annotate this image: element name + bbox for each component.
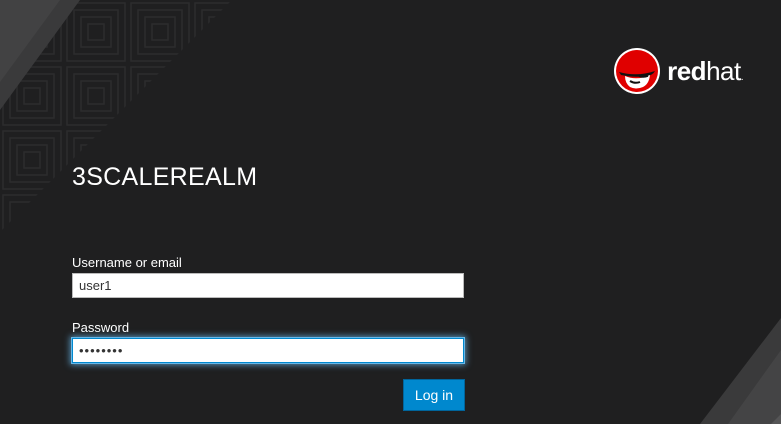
username-label: Username or email	[72, 255, 182, 270]
login-button[interactable]: Log in	[403, 379, 465, 411]
username-input[interactable]	[72, 273, 464, 298]
password-input[interactable]	[72, 338, 464, 363]
wordmark-red: red	[667, 56, 707, 86]
redhat-logo: redhat.	[613, 47, 744, 95]
redhat-shadowman-icon	[614, 48, 661, 94]
redhat-wordmark: redhat.	[667, 58, 743, 84]
wordmark-hat: hat	[706, 56, 741, 86]
password-label: Password	[72, 320, 130, 335]
wordmark-trademark: .	[740, 72, 744, 83]
realm-title: 3SCALEREALM	[72, 163, 258, 191]
login-page: redhat. 3SCALEREALM Username or email Pa…	[0, 0, 781, 424]
